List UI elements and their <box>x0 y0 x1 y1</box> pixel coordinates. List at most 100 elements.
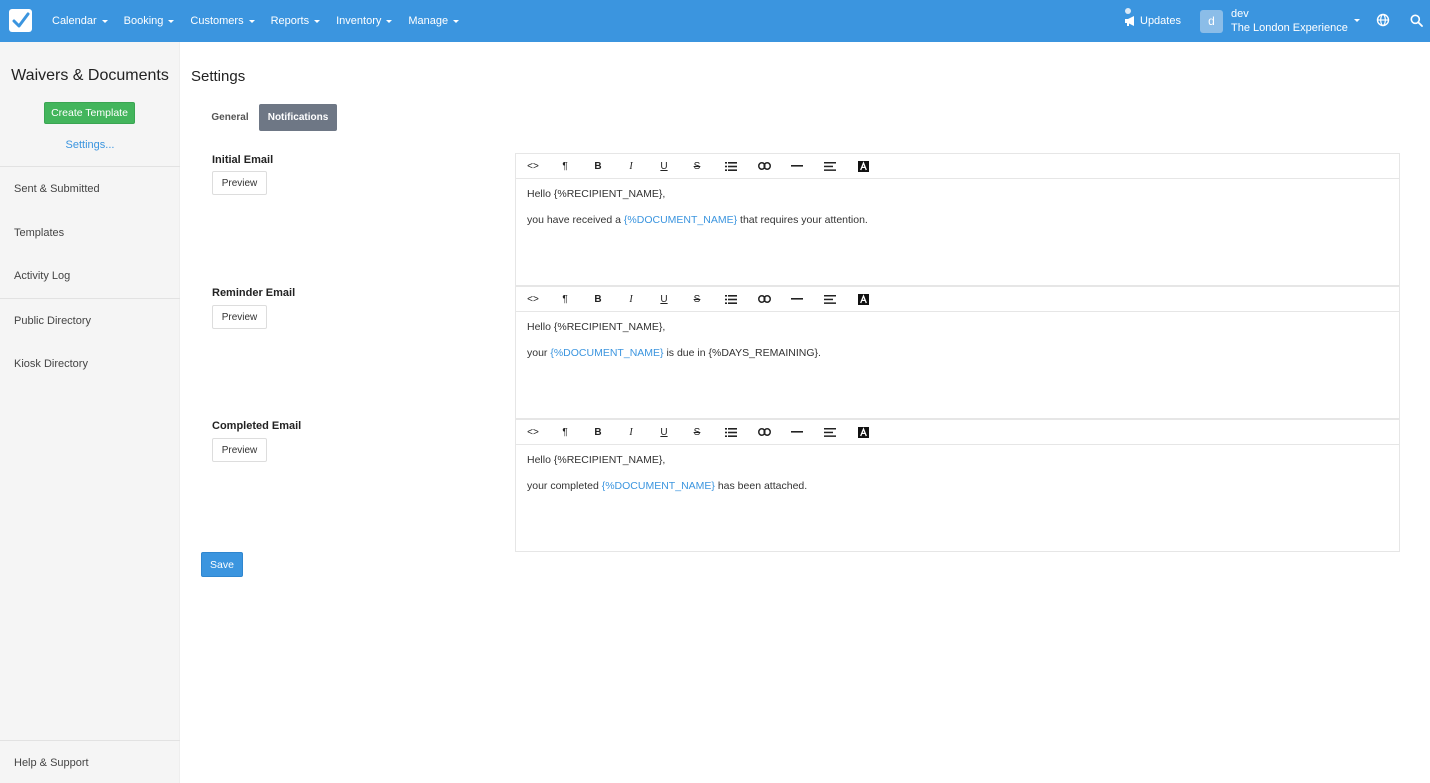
completed-email-editor: <> ¶ B I U S Hello {%RECIPIENT_NAME}, yo… <box>515 419 1400 552</box>
document-name-variable: {%DOCUMENT_NAME} <box>623 214 738 226</box>
body-text: you have received a <box>527 214 624 226</box>
completed-email-body[interactable]: Hello {%RECIPIENT_NAME}, your completed … <box>516 445 1399 513</box>
paragraph-icon[interactable]: ¶ <box>557 159 573 173</box>
sidebar-item-activity-log[interactable]: Activity Log <box>14 270 70 282</box>
bold-icon[interactable]: B <box>590 425 606 439</box>
editor-line: you have received a {%DOCUMENT_NAME} tha… <box>527 213 1388 227</box>
megaphone-icon <box>1125 16 1134 26</box>
avatar: d <box>1200 9 1223 33</box>
search-icon[interactable] <box>1410 14 1423 27</box>
document-name-variable: {%DOCUMENT_NAME} <box>550 347 664 359</box>
reminder-email-body[interactable]: Hello {%RECIPIENT_NAME}, your {%DOCUMENT… <box>516 312 1399 380</box>
document-name-variable: {%DOCUMENT_NAME} <box>601 480 715 492</box>
code-icon[interactable]: <> <box>525 425 541 439</box>
updates-button[interactable]: Updates <box>1124 8 1181 34</box>
bold-icon[interactable]: B <box>590 292 606 306</box>
settings-link[interactable]: Settings... <box>0 139 180 151</box>
chevron-down-icon <box>386 19 393 23</box>
sidebar-divider <box>0 166 180 167</box>
sidebar-item-help-support[interactable]: Help & Support <box>14 757 89 769</box>
sidebar-item-public-directory[interactable]: Public Directory <box>14 315 91 327</box>
initial-email-editor: <> ¶ B I U S Hello {%RECIPIENT_NAME}, yo… <box>515 153 1400 286</box>
link-icon[interactable] <box>756 425 772 439</box>
sidebar-item-templates[interactable]: Templates <box>14 227 64 239</box>
notification-dot-icon <box>1125 8 1131 14</box>
underline-icon[interactable]: U <box>656 292 672 306</box>
text-color-icon[interactable] <box>855 425 871 439</box>
underline-icon[interactable]: U <box>656 425 672 439</box>
align-icon[interactable] <box>822 425 838 439</box>
text-color-icon[interactable] <box>855 159 871 173</box>
align-icon[interactable] <box>822 292 838 306</box>
underline-icon[interactable]: U <box>656 159 672 173</box>
text-color-icon[interactable] <box>855 292 871 306</box>
nav-manage[interactable]: Manage <box>400 0 467 42</box>
editor-line: Hello {%RECIPIENT_NAME}, <box>527 320 1388 334</box>
chevron-down-icon <box>314 19 321 23</box>
nav-calendar[interactable]: Calendar <box>44 0 116 42</box>
nav-inventory[interactable]: Inventory <box>328 0 400 42</box>
editor-line: your completed {%DOCUMENT_NAME} has been… <box>527 479 1388 493</box>
tab-general[interactable]: General <box>206 104 254 131</box>
main-menu: Calendar Booking Customers Reports Inven… <box>44 0 467 42</box>
user-menu[interactable]: d dev The London Experience <box>1200 8 1360 34</box>
horizontal-rule-icon[interactable] <box>789 292 805 306</box>
nav-booking[interactable]: Booking <box>116 0 183 42</box>
greeting-text: Hello {%RECIPIENT_NAME}, <box>527 321 666 333</box>
reminder-email-preview-button[interactable]: Preview <box>212 305 267 329</box>
list-icon[interactable] <box>723 425 739 439</box>
nav-reports-label: Reports <box>270 15 310 27</box>
italic-icon[interactable]: I <box>623 292 639 306</box>
link-icon[interactable] <box>756 292 772 306</box>
chevron-down-icon <box>1354 19 1360 22</box>
body-text: your completed <box>527 480 602 492</box>
strikethrough-icon[interactable]: S <box>689 292 705 306</box>
reminder-email-editor: <> ¶ B I U S Hello {%RECIPIENT_NAME}, yo… <box>515 286 1400 419</box>
nav-reports[interactable]: Reports <box>263 0 329 42</box>
link-icon[interactable] <box>756 159 772 173</box>
create-template-button[interactable]: Create Template <box>44 102 135 124</box>
align-icon[interactable] <box>822 159 838 173</box>
sidebar-item-kiosk-directory[interactable]: Kiosk Directory <box>14 358 88 370</box>
page-title: Settings <box>191 68 246 85</box>
paragraph-icon[interactable]: ¶ <box>557 292 573 306</box>
editor-line: your {%DOCUMENT_NAME} is due in {%DAYS_R… <box>527 346 1388 360</box>
top-navbar: Calendar Booking Customers Reports Inven… <box>0 0 1430 42</box>
save-button[interactable]: Save <box>201 552 243 577</box>
horizontal-rule-icon[interactable] <box>789 425 805 439</box>
chevron-down-icon <box>248 19 255 23</box>
body-text: is due in {%DAYS_REMAINING}. <box>663 347 821 359</box>
greeting-text: Hello {%RECIPIENT_NAME}, <box>527 454 666 466</box>
italic-icon[interactable]: I <box>623 159 639 173</box>
nav-inventory-label: Inventory <box>336 15 382 27</box>
list-icon[interactable] <box>723 159 739 173</box>
initial-email-label: Initial Email <box>212 154 274 166</box>
sidebar-item-sent-submitted[interactable]: Sent & Submitted <box>14 183 100 195</box>
nav-customers-label: Customers <box>190 15 244 27</box>
body-text: has been attached. <box>714 480 808 492</box>
list-icon[interactable] <box>723 292 739 306</box>
nav-booking-label: Booking <box>123 15 164 27</box>
editor-line: Hello {%RECIPIENT_NAME}, <box>527 187 1388 201</box>
italic-icon[interactable]: I <box>623 425 639 439</box>
horizontal-rule-icon[interactable] <box>789 159 805 173</box>
tab-notifications[interactable]: Notifications <box>259 104 337 131</box>
completed-email-preview-button[interactable]: Preview <box>212 438 267 462</box>
greeting-text: Hello {%RECIPIENT_NAME}, <box>527 188 666 200</box>
globe-icon[interactable] <box>1376 13 1390 27</box>
sidebar-divider <box>0 298 180 299</box>
strikethrough-icon[interactable]: S <box>689 425 705 439</box>
bold-icon[interactable]: B <box>590 159 606 173</box>
body-text: that requires your attention. <box>737 214 868 226</box>
nav-customers[interactable]: Customers <box>182 0 262 42</box>
editor-line: Hello {%RECIPIENT_NAME}, <box>527 453 1388 467</box>
paragraph-icon[interactable]: ¶ <box>557 425 573 439</box>
initial-email-preview-button[interactable]: Preview <box>212 171 267 195</box>
strikethrough-icon[interactable]: S <box>689 159 705 173</box>
code-icon[interactable]: <> <box>525 159 541 173</box>
sidebar: Waivers & Documents Create Template Sett… <box>0 42 180 783</box>
chevron-down-icon <box>168 19 175 23</box>
checkbox-logo-icon[interactable] <box>9 9 32 32</box>
code-icon[interactable]: <> <box>525 292 541 306</box>
initial-email-body[interactable]: Hello {%RECIPIENT_NAME}, you have receiv… <box>516 179 1399 247</box>
